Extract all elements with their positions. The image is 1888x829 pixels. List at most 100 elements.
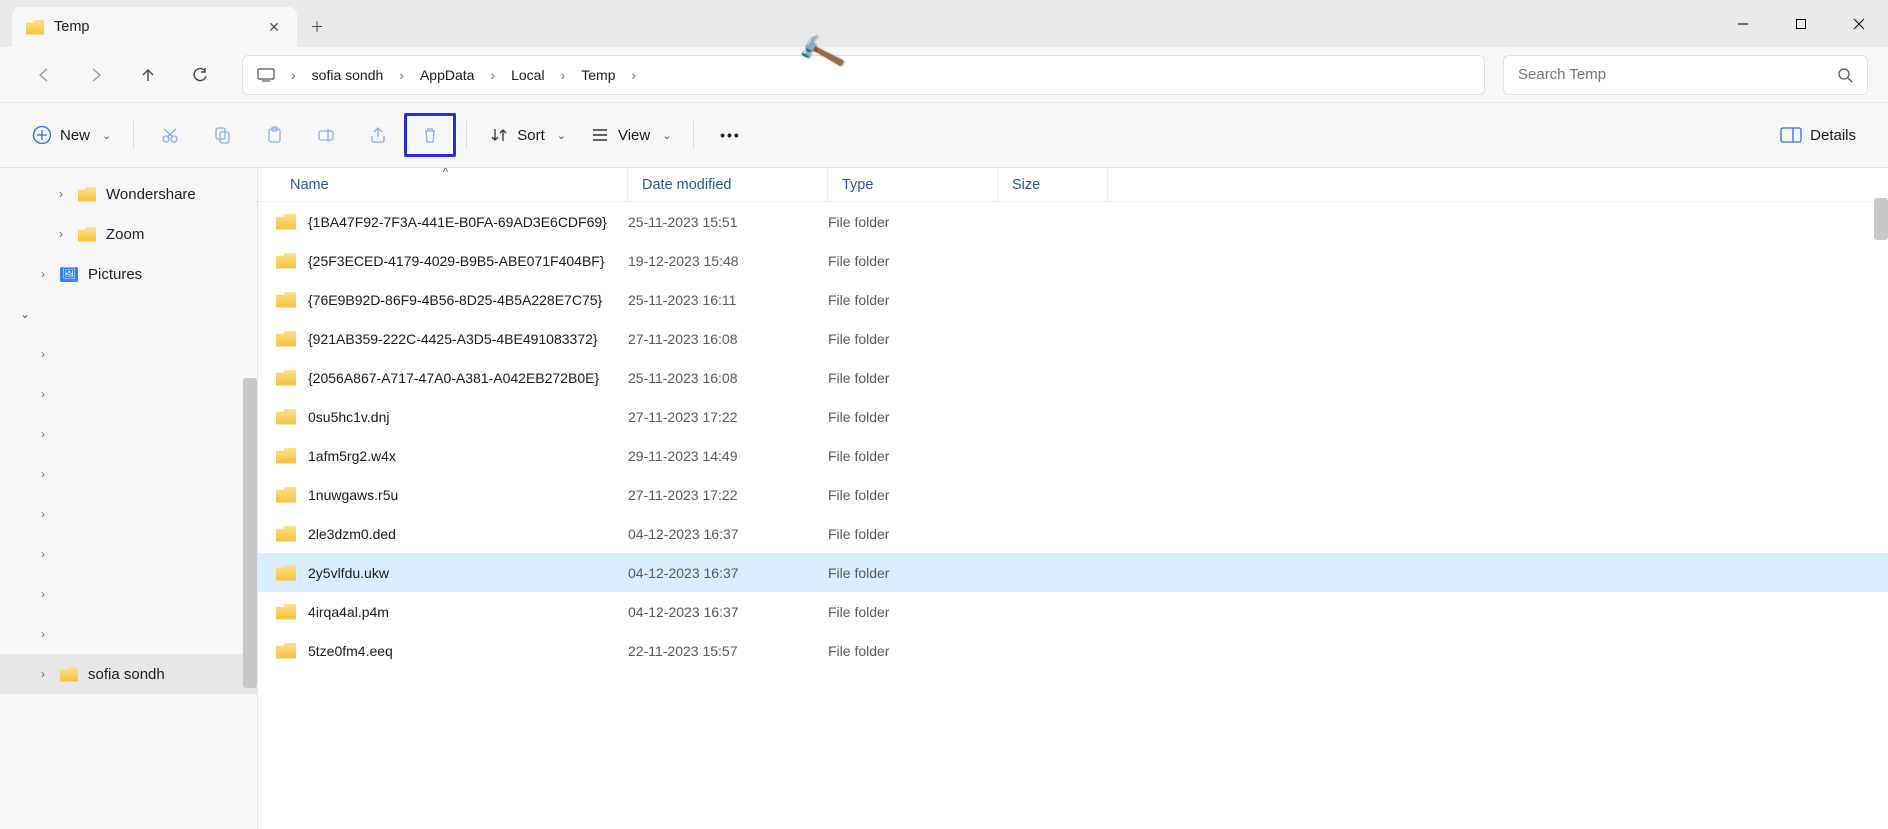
tree-item[interactable]: › bbox=[0, 374, 257, 414]
chevron-down-icon: ⌄ bbox=[102, 129, 111, 142]
breadcrumb-chevron[interactable]: › bbox=[281, 67, 306, 83]
search-input[interactable] bbox=[1518, 66, 1837, 83]
breadcrumb-chevron[interactable]: › bbox=[389, 67, 414, 83]
tree-item[interactable]: › bbox=[0, 494, 257, 534]
breadcrumb-chevron[interactable]: › bbox=[480, 67, 505, 83]
file-row[interactable]: 1afm5rg2.w4x29-11-2023 14:49File folder bbox=[258, 436, 1888, 475]
file-date: 25-11-2023 15:51 bbox=[628, 214, 828, 230]
more-button[interactable]: ••• bbox=[704, 113, 756, 157]
tree-item[interactable]: › bbox=[0, 614, 257, 654]
sidebar-scrollbar[interactable] bbox=[243, 378, 257, 688]
close-window-button[interactable] bbox=[1830, 0, 1888, 47]
copy-icon bbox=[212, 125, 232, 145]
chevron-right-icon[interactable]: › bbox=[54, 227, 68, 241]
clipboard-icon bbox=[264, 125, 284, 145]
chevron-down-icon: ⌄ bbox=[662, 129, 671, 142]
file-row[interactable]: 4irqa4al.p4m04-12-2023 16:37File folder bbox=[258, 592, 1888, 631]
details-pane-button[interactable]: Details bbox=[1768, 113, 1868, 157]
file-row[interactable]: {2056A867-A717-47A0-A381-A042EB272B0E}25… bbox=[258, 358, 1888, 397]
file-type: File folder bbox=[828, 604, 998, 620]
chevron-down-icon[interactable]: ⌄ bbox=[18, 307, 32, 321]
tree-item-label: Pictures bbox=[88, 266, 142, 283]
breadcrumb-item[interactable]: Temp bbox=[577, 63, 619, 87]
share-button[interactable] bbox=[352, 113, 404, 157]
maximize-button[interactable] bbox=[1772, 0, 1830, 47]
file-row[interactable]: 0su5hc1v.dnj27-11-2023 17:22File folder bbox=[258, 397, 1888, 436]
file-type: File folder bbox=[828, 643, 998, 659]
sort-button[interactable]: Sort ⌄ bbox=[477, 113, 578, 157]
file-date: 27-11-2023 17:22 bbox=[628, 487, 828, 503]
breadcrumb-item[interactable]: Local bbox=[507, 63, 548, 87]
file-name: {1BA47F92-7F3A-441E-B0FA-69AD3E6CDF69} bbox=[308, 214, 607, 230]
window-tab[interactable]: Temp ✕ bbox=[12, 7, 297, 47]
folder-icon bbox=[276, 331, 296, 347]
view-button[interactable]: View ⌄ bbox=[578, 113, 683, 157]
file-name: 1nuwgaws.r5u bbox=[308, 487, 398, 503]
file-row[interactable]: 1nuwgaws.r5u 27-11-2023 17:22File folder bbox=[258, 475, 1888, 514]
close-tab-button[interactable]: ✕ bbox=[265, 19, 283, 36]
file-row[interactable]: {1BA47F92-7F3A-441E-B0FA-69AD3E6CDF69} 25… bbox=[258, 202, 1888, 241]
tree-item[interactable]: › bbox=[0, 454, 257, 494]
tree-item[interactable]: › bbox=[0, 534, 257, 574]
paste-button[interactable] bbox=[248, 113, 300, 157]
column-type[interactable]: Type bbox=[828, 168, 998, 201]
navigation-pane[interactable]: ›Wondershare›Zoom›Pictures⌄›››››››››sofi… bbox=[0, 168, 258, 829]
pictures-icon bbox=[60, 267, 78, 282]
content-scrollbar[interactable] bbox=[1874, 198, 1888, 240]
minimize-button[interactable] bbox=[1714, 0, 1772, 47]
tree-item[interactable]: › bbox=[0, 414, 257, 454]
new-button[interactable]: New ⌄ bbox=[20, 113, 123, 157]
forward-button[interactable] bbox=[72, 55, 120, 95]
file-row[interactable]: 2y5vlfdu.ukw04-12-2023 16:37File folder bbox=[258, 553, 1888, 592]
delete-button[interactable] bbox=[404, 113, 456, 157]
chevron-right-icon[interactable]: › bbox=[36, 347, 50, 361]
tree-item[interactable]: ⌄ bbox=[0, 294, 257, 334]
file-row[interactable]: 2le3dzm0.ded04-12-2023 16:37File folder bbox=[258, 514, 1888, 553]
breadcrumb-item[interactable]: sofia sondh bbox=[308, 63, 388, 87]
folder-icon bbox=[78, 187, 96, 202]
chevron-right-icon[interactable]: › bbox=[36, 387, 50, 401]
column-type-label: Type bbox=[842, 177, 873, 193]
chevron-right-icon[interactable]: › bbox=[36, 667, 50, 681]
chevron-right-icon[interactable]: › bbox=[54, 187, 68, 201]
tree-item[interactable]: › bbox=[0, 574, 257, 614]
refresh-button[interactable] bbox=[176, 55, 224, 95]
cut-button[interactable] bbox=[144, 113, 196, 157]
sort-asc-icon: ˄ bbox=[443, 168, 449, 176]
search-icon[interactable] bbox=[1837, 67, 1853, 83]
scissors-icon bbox=[160, 125, 180, 145]
breadcrumb-bar[interactable]: › sofia sondh › AppData › Local › Temp › bbox=[242, 55, 1485, 95]
column-size-label: Size bbox=[1012, 177, 1040, 193]
breadcrumb-chevron[interactable]: › bbox=[621, 67, 646, 83]
file-row[interactable]: 5tze0fm4.eeq22-11-2023 15:57File folder bbox=[258, 631, 1888, 670]
chevron-right-icon[interactable]: › bbox=[36, 587, 50, 601]
file-row[interactable]: {76E9B92D-86F9-4B56-8D25-4B5A228E7C75}25… bbox=[258, 280, 1888, 319]
rename-button[interactable] bbox=[300, 113, 352, 157]
column-date[interactable]: Date modified bbox=[628, 168, 828, 201]
tree-item[interactable]: ›Wondershare bbox=[0, 174, 257, 214]
tree-item[interactable]: ›Zoom bbox=[0, 214, 257, 254]
column-name[interactable]: Name ˄ bbox=[258, 168, 628, 201]
tree-item[interactable]: ›sofia sondh bbox=[0, 654, 257, 694]
file-row[interactable]: {921AB359-222C-4425-A3D5-4BE491083372}27… bbox=[258, 319, 1888, 358]
chevron-right-icon[interactable]: › bbox=[36, 267, 50, 281]
file-type: File folder bbox=[828, 487, 998, 503]
tree-item[interactable]: › Pictures bbox=[0, 254, 257, 294]
chevron-right-icon[interactable]: › bbox=[36, 547, 50, 561]
new-tab-button[interactable]: ＋ bbox=[297, 7, 337, 47]
back-button[interactable] bbox=[20, 55, 68, 95]
column-size[interactable]: Size bbox=[998, 168, 1108, 201]
this-pc-icon[interactable] bbox=[253, 68, 279, 82]
breadcrumb-item[interactable]: AppData bbox=[416, 63, 478, 87]
chevron-right-icon[interactable]: › bbox=[36, 507, 50, 521]
chevron-right-icon[interactable]: › bbox=[36, 627, 50, 641]
chevron-right-icon[interactable]: › bbox=[36, 467, 50, 481]
up-button[interactable] bbox=[124, 55, 172, 95]
search-box[interactable] bbox=[1503, 55, 1868, 95]
chevron-right-icon[interactable]: › bbox=[36, 427, 50, 441]
file-row[interactable]: {25F3ECED-4179-4029-B9B5-ABE071F404BF}19… bbox=[258, 241, 1888, 280]
tree-item[interactable]: › bbox=[0, 334, 257, 374]
breadcrumb-chevron[interactable]: › bbox=[551, 67, 576, 83]
file-date: 04-12-2023 16:37 bbox=[628, 565, 828, 581]
copy-button[interactable] bbox=[196, 113, 248, 157]
